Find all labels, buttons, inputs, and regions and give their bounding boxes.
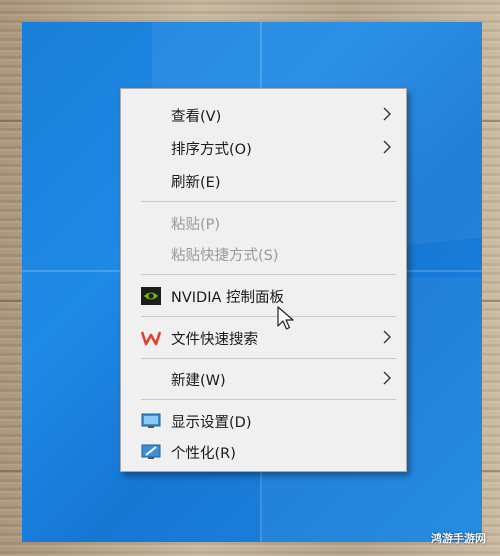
menu-item-label: 排序方式(O): [171, 141, 252, 158]
display-settings-icon: [141, 413, 161, 428]
menu-item-label: 粘贴快捷方式(S): [171, 247, 279, 264]
menu-item-refresh[interactable]: 刷新(E): [121, 167, 406, 195]
menu-item-label: 显示设置(D): [171, 414, 252, 431]
menu-separator: [141, 316, 396, 317]
menu-item-quick-file-search[interactable]: 文件快速搜索: [121, 324, 406, 352]
chevron-right-icon: [383, 371, 391, 385]
menu-item-new[interactable]: 新建(W): [121, 365, 406, 393]
watermark: 鸿游手游网: [431, 532, 486, 545]
menu-item-label: 刷新(E): [171, 174, 221, 191]
menu-item-paste[interactable]: 粘贴(P): [121, 209, 406, 237]
menu-item-paste-shortcut[interactable]: 粘贴快捷方式(S): [121, 240, 406, 268]
personalize-icon: [141, 444, 161, 459]
context-menu: 查看(V) 排序方式(O) 刷新(E) 粘贴(P) 粘贴快捷方式(S) NVID…: [120, 88, 407, 472]
menu-separator: [141, 399, 396, 400]
menu-item-label: NVIDIA 控制面板: [171, 289, 285, 306]
menu-separator: [141, 274, 396, 275]
chevron-right-icon: [383, 140, 391, 154]
menu-item-label: 查看(V): [171, 108, 222, 125]
menu-item-label: 个性化(R): [171, 445, 236, 462]
menu-item-display-settings[interactable]: 显示设置(D): [121, 407, 406, 435]
menu-separator: [141, 201, 396, 202]
wps-icon: [141, 331, 161, 346]
menu-item-nvidia-control-panel[interactable]: NVIDIA 控制面板: [121, 282, 406, 310]
chevron-right-icon: [383, 107, 391, 121]
desktop[interactable]: 查看(V) 排序方式(O) 刷新(E) 粘贴(P) 粘贴快捷方式(S) NVID…: [22, 22, 482, 542]
chevron-right-icon: [383, 330, 391, 344]
menu-item-label: 新建(W): [171, 372, 226, 389]
menu-item-view[interactable]: 查看(V): [121, 101, 406, 129]
menu-separator: [141, 358, 396, 359]
nvidia-icon: [141, 287, 161, 305]
mouse-cursor-icon: [277, 306, 294, 330]
menu-item-label: 粘贴(P): [171, 216, 221, 233]
menu-item-personalize[interactable]: 个性化(R): [121, 438, 406, 466]
menu-item-sort-by[interactable]: 排序方式(O): [121, 134, 406, 162]
menu-item-label: 文件快速搜索: [171, 331, 258, 348]
